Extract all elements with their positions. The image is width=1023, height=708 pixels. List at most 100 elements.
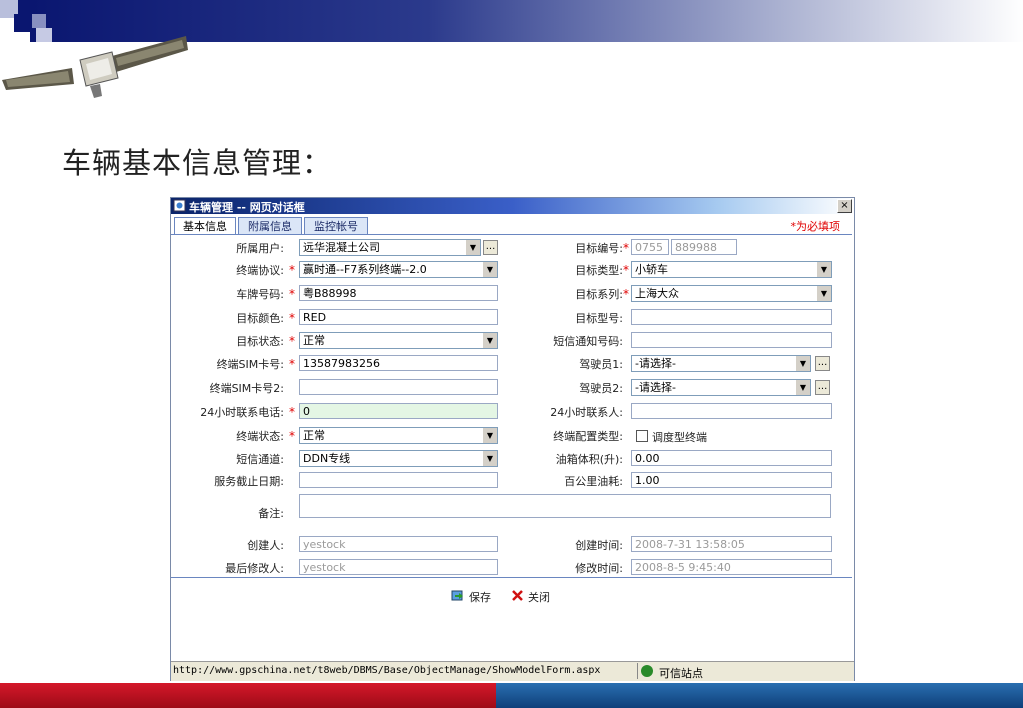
close-button-label: 关闭 <box>528 591 550 604</box>
service-end-date-input[interactable] <box>299 472 498 488</box>
label-sim-number: 终端SIM卡号: <box>216 358 284 371</box>
dialog-titlebar: 车辆管理 -- 网页对话框 × <box>171 198 854 214</box>
sms-notify-number-input[interactable] <box>631 332 832 348</box>
required-star: * <box>289 429 295 443</box>
driver-1-browse-button[interactable]: ... <box>815 356 830 371</box>
target-status-select[interactable]: 正常 ▼ <box>299 332 498 349</box>
creator-input[interactable]: yestock <box>299 536 498 552</box>
dispatch-terminal-checkbox[interactable] <box>636 430 648 442</box>
label-owner-user: 所属用户: <box>236 242 284 255</box>
terminal-status-select[interactable]: 正常 ▼ <box>299 427 498 444</box>
label-tank-volume: 油箱体积(升): <box>555 453 623 466</box>
trusted-site-icon <box>641 665 653 677</box>
vehicle-dialog: 车辆管理 -- 网页对话框 × 基本信息 附属信息 监控帐号 *为必填项 所属用… <box>170 197 855 681</box>
terminal-protocol-select[interactable]: 赢时通--F7系列终端--2.0 ▼ <box>299 261 498 278</box>
tab-monitor-account[interactable]: 监控帐号 <box>304 217 368 235</box>
logo-square <box>14 14 32 32</box>
driver-2-browse-button[interactable]: ... <box>815 380 830 395</box>
driver-1-select[interactable]: -请选择- ▼ <box>631 355 811 372</box>
hotline-24h-input[interactable]: 0 <box>299 403 498 419</box>
label-service-end-date: 服务截止日期: <box>214 475 284 488</box>
label-target-status: 目标状态: <box>236 335 284 348</box>
chevron-down-icon: ▼ <box>482 333 497 348</box>
trusted-site-label: 可信站点 <box>659 667 703 680</box>
target-number-input[interactable]: 889988 <box>671 239 737 255</box>
terminal-status-value: 正常 <box>303 429 325 442</box>
satellite-icon <box>2 36 188 98</box>
sim-number-input[interactable]: 13587983256 <box>299 355 498 371</box>
chevron-down-icon: ▼ <box>482 262 497 277</box>
status-divider <box>637 663 638 679</box>
owner-user-browse-button[interactable]: ... <box>483 240 498 255</box>
created-time-input[interactable]: 2008-7-31 13:58:05 <box>631 536 832 552</box>
chevron-down-icon: ▼ <box>816 286 831 301</box>
sms-channel-select[interactable]: DDN专线 ▼ <box>299 450 498 467</box>
label-hotline-24h: 24小时联系电话: <box>200 406 284 419</box>
label-sms-notify-number: 短信通知号码: <box>553 335 623 348</box>
dialog-close-button[interactable]: × <box>837 199 852 213</box>
chevron-down-icon: ▼ <box>795 356 810 371</box>
target-series-value: 上海大众 <box>635 287 679 300</box>
ie-page-icon <box>173 199 186 212</box>
required-star: * <box>289 334 295 348</box>
save-button-label: 保存 <box>469 591 491 604</box>
save-button[interactable]: 保存 <box>451 588 511 604</box>
plate-number-input[interactable]: 粤B88998 <box>299 285 498 301</box>
target-status-value: 正常 <box>303 334 325 347</box>
dialog-title: 车辆管理 -- 网页对话框 <box>189 201 305 214</box>
target-color-input[interactable]: RED <box>299 309 498 325</box>
label-sim-number-2: 终端SIM卡号2: <box>209 382 284 395</box>
contact-24h-input[interactable] <box>631 403 832 419</box>
tab-extra-info[interactable]: 附属信息 <box>238 217 302 235</box>
dispatch-terminal-label: 调度型终端 <box>652 431 707 444</box>
label-target-model: 目标型号: <box>575 312 623 325</box>
save-icon <box>451 590 463 601</box>
required-star: * <box>623 241 629 255</box>
label-plate-number: 车牌号码: <box>236 288 284 301</box>
chevron-down-icon: ▼ <box>482 428 497 443</box>
label-modified-time: 修改时间: <box>575 562 623 575</box>
label-terminal-protocol: 终端协议: <box>236 264 284 277</box>
basic-info-form: 所属用户: 远华混凝土公司 ▼ ... 目标编号: * 0755 889988 终… <box>171 234 852 578</box>
label-last-modifier: 最后修改人: <box>225 562 284 575</box>
logo-square <box>32 14 46 28</box>
target-number-prefix-input[interactable]: 0755 <box>631 239 669 255</box>
required-star: * <box>289 311 295 325</box>
owner-user-value: 远华混凝土公司 <box>303 241 380 254</box>
terminal-protocol-value: 赢时通--F7系列终端--2.0 <box>303 263 427 276</box>
target-series-select[interactable]: 上海大众 ▼ <box>631 285 832 302</box>
fuel-per-100km-input[interactable]: 1.00 <box>631 472 832 488</box>
last-modifier-input[interactable]: yestock <box>299 559 498 575</box>
label-target-series: 目标系列: <box>575 288 623 301</box>
close-icon <box>512 590 523 601</box>
remarks-textarea[interactable] <box>299 494 831 518</box>
browser-status-bar: http://www.gpschina.net/t8web/DBMS/Base/… <box>171 661 854 681</box>
chevron-down-icon: ▼ <box>816 262 831 277</box>
required-star: * <box>623 263 629 277</box>
label-driver-1: 驾驶员1: <box>579 358 623 371</box>
sim-number-2-input[interactable] <box>299 379 498 395</box>
tab-basic-info[interactable]: 基本信息 <box>174 217 236 235</box>
required-star: * <box>289 357 295 371</box>
label-remarks: 备注: <box>258 507 284 520</box>
tank-volume-input[interactable]: 0.00 <box>631 450 832 466</box>
label-target-number: 目标编号: <box>575 242 623 255</box>
owner-user-select[interactable]: 远华混凝土公司 ▼ <box>299 239 481 256</box>
required-star: * <box>623 287 629 301</box>
chevron-down-icon: ▼ <box>482 451 497 466</box>
target-model-input[interactable] <box>631 309 832 325</box>
sms-channel-value: DDN专线 <box>303 452 351 465</box>
slide-title: 车辆基本信息管理： <box>62 146 333 180</box>
modified-time-input[interactable]: 2008-8-5 9:45:40 <box>631 559 832 575</box>
driver-1-value: -请选择- <box>635 357 676 370</box>
footer-bar-blue <box>496 683 1023 708</box>
label-driver-2: 驾驶员2: <box>579 382 623 395</box>
driver-2-select[interactable]: -请选择- ▼ <box>631 379 811 396</box>
chevron-down-icon: ▼ <box>795 380 810 395</box>
required-star: * <box>289 263 295 277</box>
label-contact-24h: 24小时联系人: <box>550 406 623 419</box>
label-created-time: 创建时间: <box>575 539 623 552</box>
footer-bar-red <box>0 683 496 708</box>
close-button[interactable]: 关闭 <box>511 588 571 604</box>
target-type-select[interactable]: 小轿车 ▼ <box>631 261 832 278</box>
